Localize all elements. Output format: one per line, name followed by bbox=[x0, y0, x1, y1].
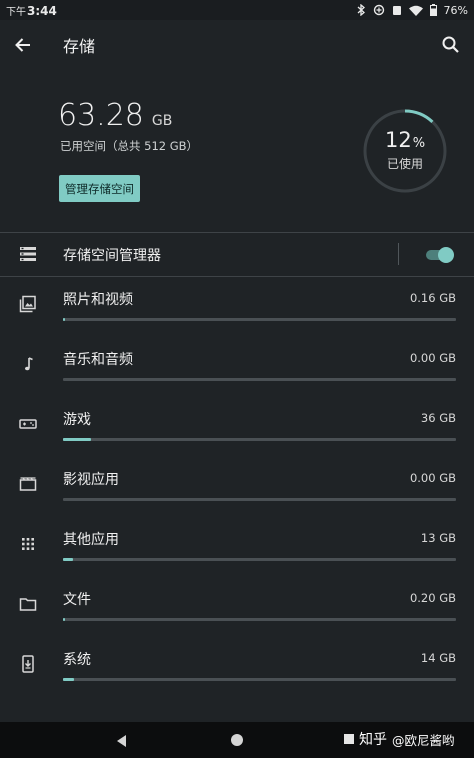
category-label: 照片和视频 bbox=[63, 292, 133, 308]
battery-icon bbox=[429, 4, 437, 16]
watermark-square-icon bbox=[344, 734, 354, 744]
storage-summary: 63.28 GB 已用空间（总共 512 GB） 管理存储空间 12% 已使用 bbox=[0, 68, 474, 232]
category-label: 影视应用 bbox=[63, 472, 119, 488]
search-icon bbox=[442, 36, 459, 53]
folder-icon bbox=[19, 595, 37, 613]
movie-icon bbox=[19, 475, 37, 493]
nav-back-icon bbox=[117, 735, 126, 747]
category-music-audio[interactable]: 音乐和音频 0.00 GB bbox=[0, 337, 474, 397]
used-value: 63.28 bbox=[58, 98, 144, 133]
storage-manager-label: 存储空间管理器 bbox=[63, 248, 161, 264]
category-files[interactable]: 文件 0.20 GB bbox=[0, 577, 474, 637]
category-size: 13 GB bbox=[420, 531, 456, 545]
usage-percent-sign: % bbox=[412, 136, 426, 151]
category-size: 0.00 GB bbox=[409, 471, 456, 485]
category-games[interactable]: 游戏 36 GB bbox=[0, 397, 474, 457]
status-time-group: 下午 3:44 bbox=[6, 3, 57, 18]
category-label: 音乐和音频 bbox=[63, 352, 133, 368]
data-saver-icon bbox=[373, 4, 385, 16]
category-progress bbox=[63, 318, 456, 321]
app-bar: 存储 bbox=[0, 20, 474, 68]
category-progress-fill bbox=[63, 438, 91, 441]
row-separator bbox=[398, 243, 399, 265]
battery-percent: 76% bbox=[443, 3, 468, 17]
category-label: 文件 bbox=[63, 592, 91, 608]
nav-home-button[interactable] bbox=[231, 734, 243, 746]
category-system[interactable]: 系统 14 GB bbox=[0, 637, 474, 697]
category-size: 0.00 GB bbox=[409, 351, 456, 365]
storage-manager-toggle[interactable] bbox=[424, 246, 454, 264]
page-title: 存储 bbox=[63, 37, 96, 56]
category-progress bbox=[63, 498, 456, 501]
category-size: 36 GB bbox=[420, 411, 456, 425]
category-size: 14 GB bbox=[420, 651, 456, 665]
status-time: 3:44 bbox=[27, 3, 57, 18]
category-progress bbox=[63, 378, 456, 381]
category-progress bbox=[63, 618, 456, 621]
category-size: 0.16 GB bbox=[409, 291, 456, 305]
usage-percent-value: 12 bbox=[384, 128, 412, 152]
usage-percent: 12% bbox=[385, 130, 425, 151]
storage-icon bbox=[20, 247, 36, 261]
toggle-thumb bbox=[438, 247, 454, 263]
wifi-icon bbox=[408, 5, 423, 16]
category-progress bbox=[63, 438, 456, 441]
status-bar: 下午 3:44 76% bbox=[0, 0, 474, 20]
category-label: 其他应用 bbox=[63, 532, 119, 548]
system-update-icon bbox=[19, 655, 37, 673]
category-progress-fill bbox=[63, 618, 65, 621]
watermark: 知乎 @欧尼酱哟 bbox=[344, 729, 455, 749]
gamepad-icon bbox=[19, 415, 37, 433]
status-time-prefix: 下午 bbox=[6, 6, 26, 18]
category-label: 游戏 bbox=[63, 412, 91, 428]
category-size: 0.20 GB bbox=[409, 591, 456, 605]
arrow-back-icon bbox=[15, 38, 30, 52]
usage-label: 已使用 bbox=[386, 157, 423, 171]
music-note-icon bbox=[19, 355, 37, 373]
used-unit: GB bbox=[151, 113, 173, 129]
system-nav-bar: 知乎 @欧尼酱哟 bbox=[0, 722, 474, 758]
back-button[interactable] bbox=[12, 34, 34, 56]
watermark-site: 知乎 bbox=[359, 732, 387, 748]
apps-grid-icon bbox=[19, 535, 37, 553]
nav-back-button[interactable] bbox=[115, 733, 129, 747]
manage-storage-button[interactable]: 管理存储空间 bbox=[59, 175, 140, 202]
category-photos-videos[interactable]: 照片和视频 0.16 GB bbox=[0, 277, 474, 337]
status-icons: 76% bbox=[357, 4, 468, 17]
bluetooth-icon bbox=[357, 4, 366, 16]
category-progress-fill bbox=[63, 318, 65, 321]
storage-manager-row[interactable]: 存储空间管理器 bbox=[0, 233, 474, 276]
category-progress bbox=[63, 558, 456, 561]
category-progress-fill bbox=[63, 558, 73, 561]
category-progress-fill bbox=[63, 678, 74, 681]
watermark-handle: @欧尼酱哟 bbox=[392, 732, 455, 748]
usage-ring-text: 12% 已使用 bbox=[362, 108, 448, 194]
category-progress bbox=[63, 678, 456, 681]
photo-icon bbox=[19, 295, 37, 313]
used-subtitle: 已用空间（总共 512 GB） bbox=[60, 139, 199, 153]
used-amount: 63.28 GB bbox=[58, 98, 172, 133]
category-label: 系统 bbox=[63, 652, 91, 668]
category-movie-apps[interactable]: 影视应用 0.00 GB bbox=[0, 457, 474, 517]
silent-icon bbox=[392, 4, 402, 16]
category-other-apps[interactable]: 其他应用 13 GB bbox=[0, 517, 474, 577]
search-button[interactable] bbox=[440, 34, 462, 56]
